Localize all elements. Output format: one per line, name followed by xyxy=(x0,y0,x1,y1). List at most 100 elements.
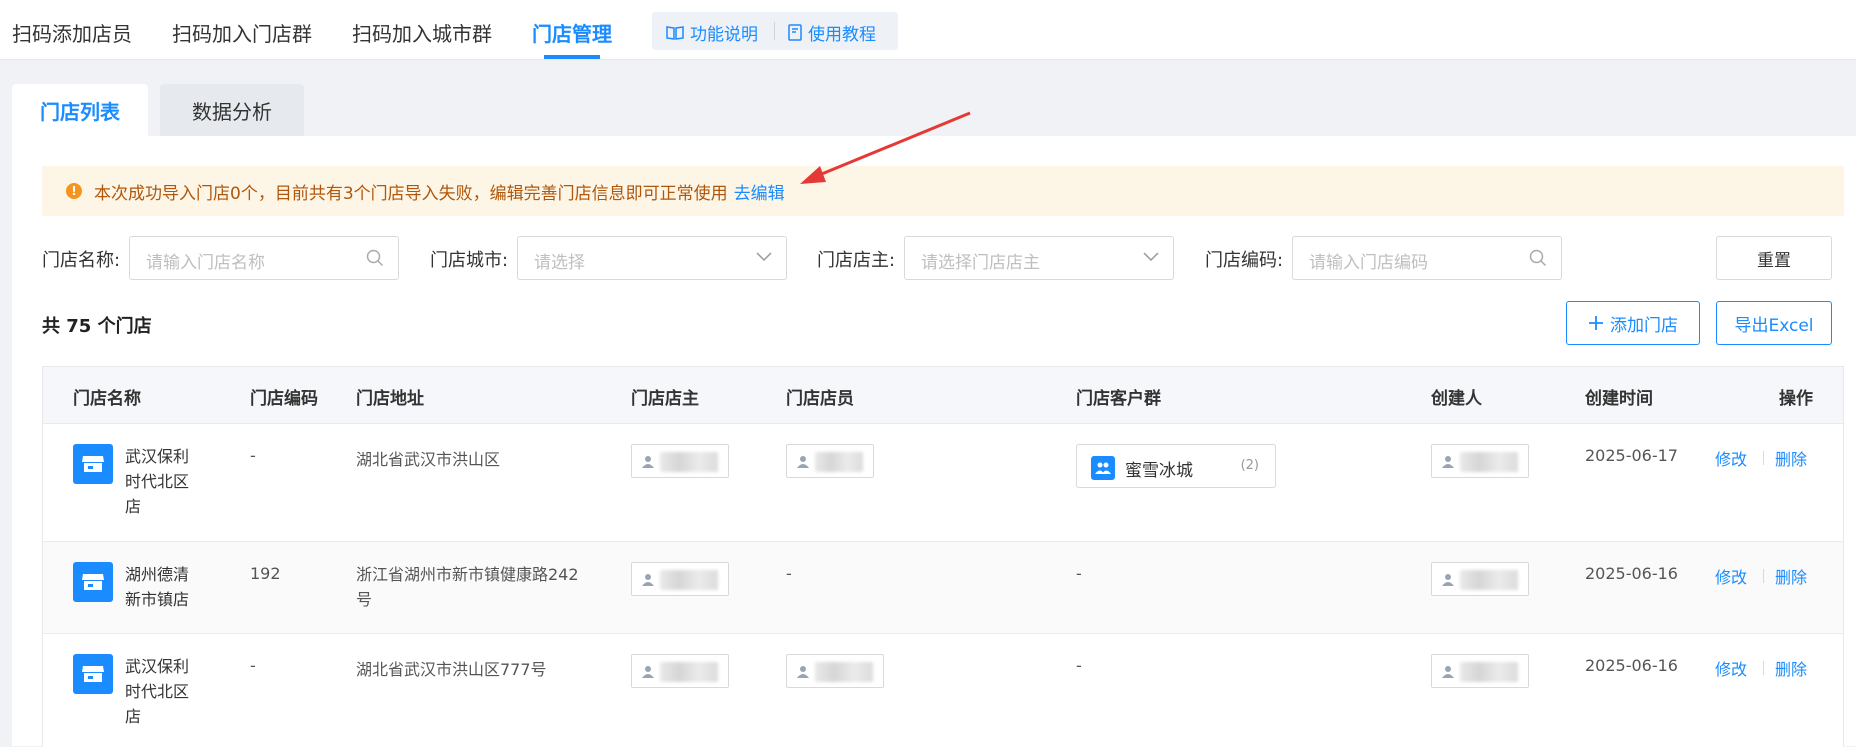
store-code-placeholder: 请输入门店编码 xyxy=(1309,253,1428,273)
store-name-label: 门店名称: xyxy=(42,250,121,271)
top-navigation: 扫码添加店员 扫码加入门店群 扫码加入城市群 门店管理 功能说明 使用教程 xyxy=(0,0,1856,60)
store-icon xyxy=(73,562,113,602)
user-icon xyxy=(797,456,809,468)
tab-scan-add-staff[interactable]: 扫码添加店员 xyxy=(12,18,132,47)
go-edit-link[interactable]: 去编辑 xyxy=(734,179,785,204)
alert-message: 本次成功导入门店0个，目前共有3个门店导入失败，编辑完善门店信息即可正常使用 xyxy=(94,183,728,204)
group-icon xyxy=(1091,456,1115,480)
store-name-input[interactable]: 请输入门店名称 xyxy=(129,236,399,280)
import-warning-alert: ! 本次成功导入门店0个，目前共有3个门店导入失败，编辑完善门店信息即可正常使用… xyxy=(42,166,1844,216)
reset-button[interactable]: 重置 xyxy=(1716,236,1832,280)
groups-empty: - xyxy=(1076,656,1082,675)
delete-link[interactable]: 删除 xyxy=(1775,656,1807,680)
feature-description-label: 功能说明 xyxy=(690,25,758,45)
redacted-name xyxy=(1460,662,1518,682)
store-name: 武汉保利时代北区店 xyxy=(125,657,190,726)
tab-store-management[interactable]: 门店管理 xyxy=(532,18,612,47)
header-store-staff: 门店店员 xyxy=(786,389,854,409)
user-icon xyxy=(642,574,654,586)
redacted-name xyxy=(1460,452,1518,472)
user-icon xyxy=(1442,574,1454,586)
feature-description-link[interactable]: 功能说明 xyxy=(666,20,758,45)
store-table: 门店名称 门店编码 门店地址 门店店主 门店店员 门店客户群 创建人 创建时间 … xyxy=(42,366,1844,747)
store-code-label: 门店编码: xyxy=(1205,250,1284,271)
redacted-name xyxy=(1460,570,1518,590)
add-store-label: 添加门店 xyxy=(1610,315,1678,336)
store-owner-label: 门店店主: xyxy=(817,250,896,271)
header-customer-groups: 门店客户群 xyxy=(1076,389,1161,409)
header-creator: 创建人 xyxy=(1431,389,1482,409)
store-name: 武汉保利时代北区店 xyxy=(125,447,190,516)
book-open-icon xyxy=(666,25,684,40)
user-icon xyxy=(1442,666,1454,678)
export-excel-button[interactable]: 导出Excel xyxy=(1716,301,1832,345)
redacted-name xyxy=(660,452,718,472)
store-name: 湖州德清新市镇店 xyxy=(125,565,190,609)
store-address: 湖北省武汉市洪山区 xyxy=(356,450,501,469)
delete-link[interactable]: 删除 xyxy=(1775,446,1807,470)
staff-chip xyxy=(786,654,884,688)
edit-link[interactable]: 修改 xyxy=(1715,656,1747,680)
warning-icon: ! xyxy=(66,183,82,199)
user-icon xyxy=(642,666,654,678)
header-store-name: 门店名称 xyxy=(73,389,141,409)
tab-data-analysis[interactable]: 数据分析 xyxy=(160,84,304,136)
tab-scan-join-store-group[interactable]: 扫码加入门店群 xyxy=(172,18,312,47)
store-code-input[interactable]: 请输入门店编码 xyxy=(1292,236,1562,280)
action-divider xyxy=(1763,569,1764,583)
table-row: 武汉保利时代北区店 - 湖北省武汉市洪山区777号 - 2025-06-16 修… xyxy=(43,633,1843,747)
help-box: 功能说明 使用教程 xyxy=(652,12,898,50)
redacted-name xyxy=(815,452,863,472)
delete-link[interactable]: 删除 xyxy=(1775,564,1807,588)
add-store-button[interactable]: 添加门店 xyxy=(1566,301,1700,345)
store-city-select[interactable]: 请选择 xyxy=(517,236,787,280)
groups-empty: - xyxy=(1076,564,1082,583)
search-icon xyxy=(366,249,384,267)
table-row: 湖州德清新市镇店 192 浙江省湖州市新市镇健康路242号 - - 2025-0… xyxy=(43,541,1843,633)
user-icon xyxy=(642,456,654,468)
tab-store-list[interactable]: 门店列表 xyxy=(12,84,148,136)
customer-group-chip[interactable]: 蜜雪冰城 (2) xyxy=(1076,444,1276,488)
user-icon xyxy=(1442,456,1454,468)
chevron-down-icon xyxy=(756,252,772,262)
store-owner-select[interactable]: 请选择门店店主 xyxy=(904,236,1174,280)
store-address: 浙江省湖州市新市镇健康路242号 xyxy=(356,565,579,609)
edit-link[interactable]: 修改 xyxy=(1715,564,1747,588)
owner-chip xyxy=(631,444,729,478)
tab-scan-join-city-group[interactable]: 扫码加入城市群 xyxy=(352,18,492,47)
edit-link[interactable]: 修改 xyxy=(1715,446,1747,470)
staff-chip xyxy=(786,444,874,478)
tutorial-link[interactable]: 使用教程 xyxy=(788,20,876,45)
plus-icon xyxy=(1589,316,1603,330)
search-icon xyxy=(1529,249,1547,267)
help-divider xyxy=(774,22,775,40)
store-code: - xyxy=(250,656,256,675)
store-code: - xyxy=(250,446,256,465)
redacted-name xyxy=(815,662,873,682)
action-divider xyxy=(1763,661,1764,675)
header-operations: 操作 xyxy=(1779,389,1813,409)
store-address: 湖北省武汉市洪山区777号 xyxy=(356,660,547,679)
store-icon xyxy=(73,444,113,484)
action-divider xyxy=(1763,451,1764,465)
chevron-down-icon xyxy=(1143,252,1159,262)
creator-chip xyxy=(1431,654,1529,688)
created-time: 2025-06-16 xyxy=(1585,656,1678,675)
store-count: 共 75 个门店 xyxy=(42,316,152,337)
created-time: 2025-06-17 xyxy=(1585,446,1678,465)
redacted-name xyxy=(660,570,718,590)
active-tab-indicator xyxy=(544,55,600,59)
store-city-label: 门店城市: xyxy=(430,250,509,271)
store-name-placeholder: 请输入门店名称 xyxy=(146,253,265,273)
created-time: 2025-06-16 xyxy=(1585,564,1678,583)
sub-tab-bar: 门店列表 数据分析 xyxy=(12,84,1856,136)
redacted-name xyxy=(660,662,718,682)
creator-chip xyxy=(1431,562,1529,596)
document-icon xyxy=(788,24,802,41)
table-row: 武汉保利时代北区店 - 湖北省武汉市洪山区 蜜雪冰城 (2) 2025-06-1… xyxy=(43,423,1843,541)
store-city-placeholder: 请选择 xyxy=(534,253,585,273)
owner-chip xyxy=(631,562,729,596)
store-icon xyxy=(73,654,113,694)
user-icon xyxy=(797,666,809,678)
header-store-code: 门店编码 xyxy=(250,389,318,409)
